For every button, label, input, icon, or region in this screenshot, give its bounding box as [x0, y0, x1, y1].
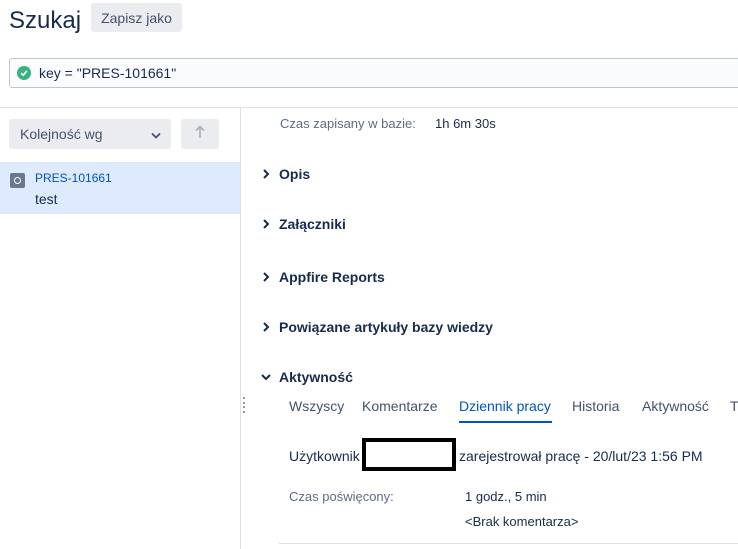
section-label: Appfire Reports	[279, 269, 385, 285]
section-related-articles[interactable]: Powiązane artykuły bazy wiedzy	[260, 319, 493, 335]
worklog-user-label: Użytkownik	[289, 448, 360, 464]
active-tab-indicator	[459, 421, 552, 423]
tab-work-log[interactable]: Dziennik pracy	[459, 398, 551, 414]
tab-all[interactable]: Wszyscy	[289, 398, 344, 414]
issue-summary: test	[35, 191, 58, 207]
time-spent-value: 1 godz., 5 min	[465, 489, 547, 504]
order-by-select[interactable]: Kolejność wg	[9, 119, 171, 149]
panel-divider	[240, 108, 241, 549]
save-as-button[interactable]: Zapisz jako	[91, 3, 182, 32]
order-by-label: Kolejność wg	[20, 126, 103, 142]
resize-handle[interactable]	[242, 397, 246, 413]
jql-query-input[interactable]: key = "PRES-101661"	[9, 58, 738, 88]
page-title: Szukaj	[9, 7, 82, 34]
issue-type-icon	[10, 173, 25, 188]
tab-history[interactable]: Historia	[572, 398, 619, 414]
tab-comments[interactable]: Komentarze	[362, 398, 437, 414]
section-label: Aktywność	[279, 369, 353, 385]
section-attachments[interactable]: Załączniki	[260, 216, 346, 232]
chevron-right-icon	[260, 218, 272, 230]
worklog-action-text: zarejestrował pracę - 20/lut/23 1:56 PM	[459, 448, 703, 464]
section-appfire-reports[interactable]: Appfire Reports	[260, 269, 385, 285]
tab-activity[interactable]: Aktywność	[642, 398, 709, 414]
issue-key-link[interactable]: PRES-101661	[35, 171, 112, 185]
chevron-right-icon	[260, 168, 272, 180]
section-opis[interactable]: Opis	[260, 166, 310, 182]
list-item[interactable]: PRES-101661 test	[0, 162, 240, 214]
time-logged-value: 1h 6m 30s	[435, 116, 496, 131]
arrow-up-icon	[195, 124, 205, 144]
chevron-right-icon	[260, 321, 272, 333]
worklog-divider	[279, 543, 738, 544]
tab-truncated[interactable]: Tr	[730, 398, 738, 414]
section-label: Opis	[279, 166, 311, 182]
section-label: Załączniki	[279, 216, 346, 232]
redacted-user-box	[362, 438, 456, 471]
chevron-down-icon	[151, 126, 161, 142]
chevron-right-icon	[260, 271, 272, 283]
section-label: Powiązane artykuły bazy wiedzy	[279, 319, 493, 335]
chevron-down-icon	[260, 371, 272, 383]
time-logged-label: Czas zapisany w bazie:	[280, 116, 416, 131]
header-divider	[0, 107, 738, 108]
sort-direction-button[interactable]	[181, 119, 219, 149]
time-spent-label: Czas poświęcony:	[289, 489, 394, 504]
query-text: key = "PRES-101661"	[39, 65, 177, 81]
worklog-comment: <Brak komentarza>	[465, 514, 579, 529]
section-activity[interactable]: Aktywność	[260, 369, 353, 385]
check-circle-icon	[17, 66, 31, 80]
